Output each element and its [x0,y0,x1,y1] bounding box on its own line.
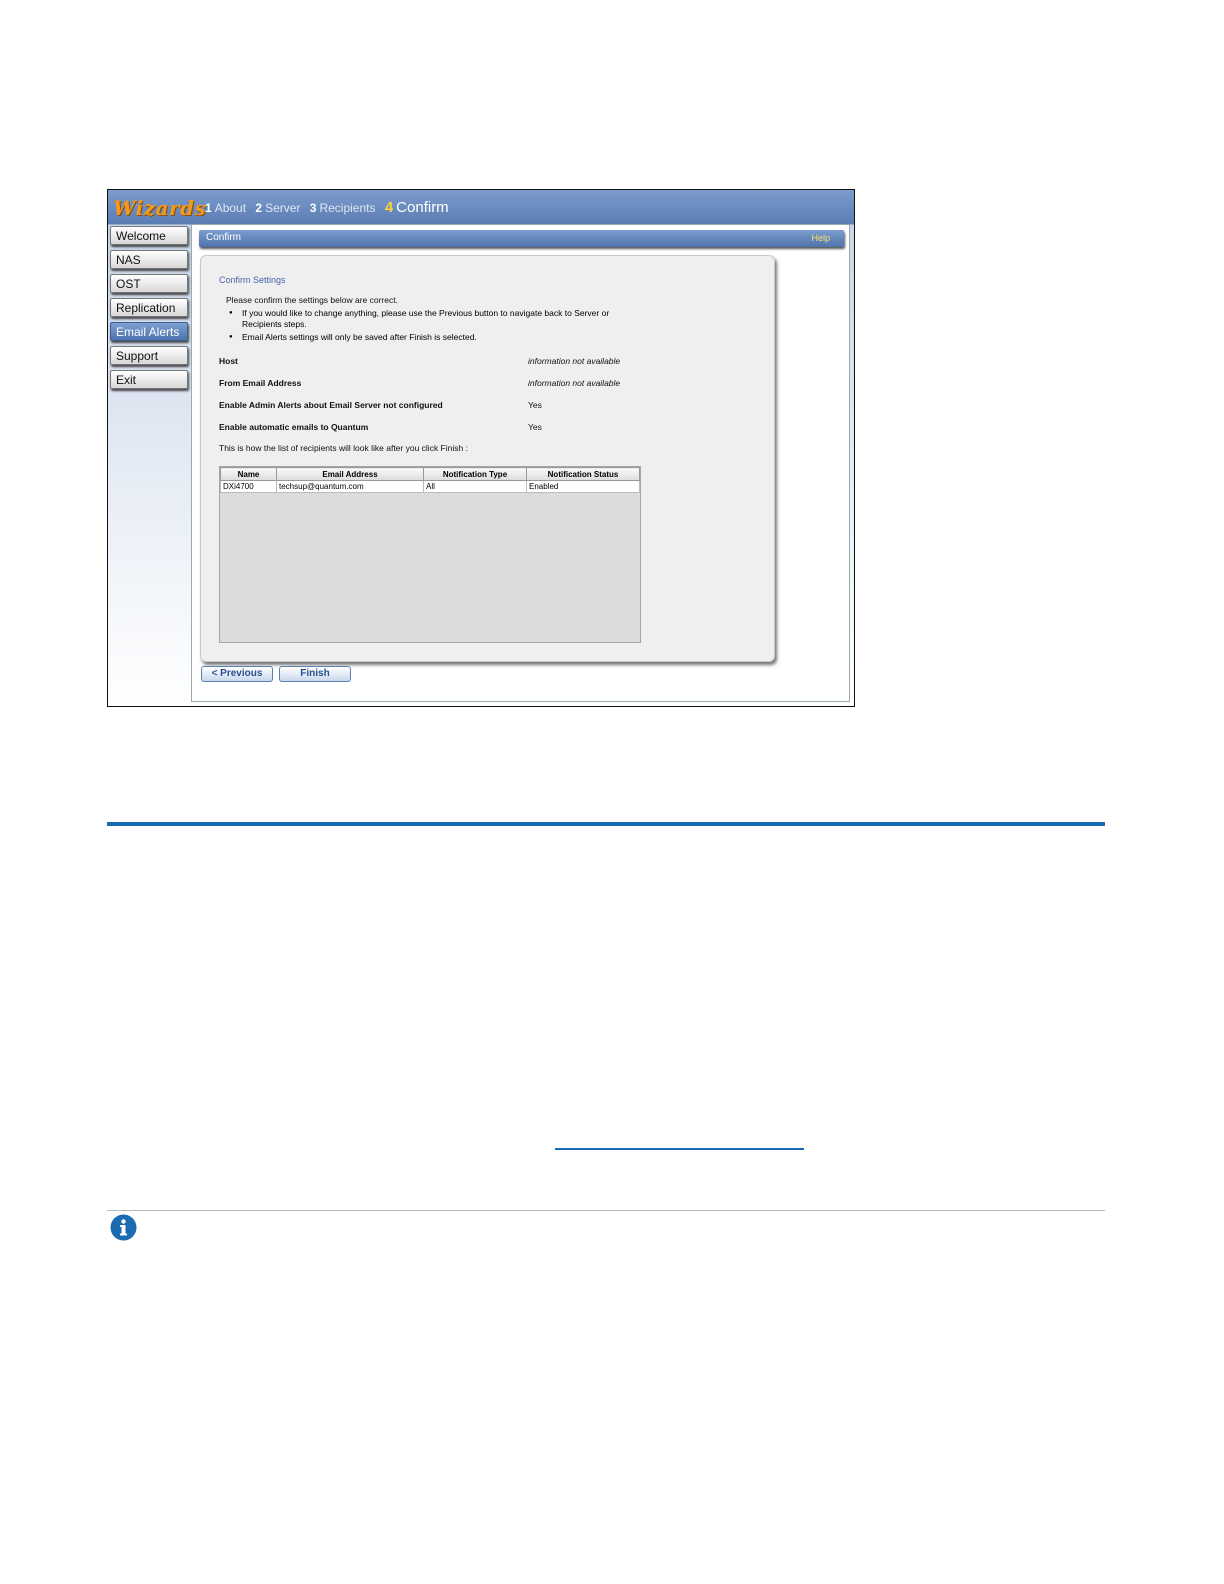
finish-button[interactable]: Finish [279,666,351,682]
setting-label-admin-alerts: Enable Admin Alerts about Email Server n… [219,400,443,410]
sidebar-item-email-alerts[interactable]: Email Alerts [110,322,188,341]
setting-label-auto-emails: Enable automatic emails to Quantum [219,422,369,432]
wizards-logo: Wizards [113,196,207,220]
section-heading: Confirm Settings [219,275,286,285]
recipients-table: Name Email Address Notification Type Not… [219,466,641,643]
sidebar-item-nas[interactable]: NAS [110,250,188,269]
setting-value-admin-alerts: Yes [528,400,542,410]
setting-label-host: Host [219,356,238,366]
panel-title-bar: Confirm Help [199,230,844,247]
panel-title: Confirm [206,232,242,243]
sidebar-item-replication[interactable]: Replication [110,298,188,317]
setting-value-host: information not available [528,356,621,366]
list-item: Email Alerts settings will only be saved… [229,332,629,343]
info-icon [110,1214,137,1241]
help-link[interactable]: Help [811,233,830,243]
setting-value-auto-emails: Yes [528,422,542,432]
list-item: If you would like to change anything, pl… [229,308,629,330]
setting-label-from-email: From Email Address [219,378,302,388]
wizard-steps: 1 About 2 Server 3 Recipients 4 Confirm [205,199,455,216]
table-header-row: Name Email Address Notification Type Not… [220,467,640,481]
link-underline[interactable] [555,1148,804,1150]
wizard-sidebar: Welcome NAS OST Replication Email Alerts… [110,226,188,394]
cell-status: Enabled [526,480,640,493]
step-confirm[interactable]: 4 Confirm [385,199,449,216]
sidebar-item-exit[interactable]: Exit [110,370,188,389]
intro-text: Please confirm the settings below are co… [226,295,398,305]
section-divider [107,822,1105,826]
previous-button[interactable]: < Previous [201,666,273,682]
instruction-list: If you would like to change anything, pl… [229,308,629,345]
main-panel: Confirm Help Confirm Settings Please con… [191,224,850,702]
wizard-header: Wizards 1 About 2 Server 3 Recipients 4 Conf… [108,190,854,224]
cell-name: DXi4700 [220,480,277,493]
column-header-name[interactable]: Name [220,467,277,481]
sidebar-item-welcome[interactable]: Welcome [110,226,188,245]
step-server[interactable]: 2 Server [255,201,300,215]
sidebar-item-ost[interactable]: OST [110,274,188,293]
step-about[interactable]: 1 About [205,201,246,215]
cell-email: techsup@quantum.com [276,480,424,493]
step-recipients[interactable]: 3 Recipients [310,201,376,215]
column-header-type[interactable]: Notification Type [423,467,527,481]
column-header-status[interactable]: Notification Status [526,467,640,481]
note-divider [107,1210,1105,1211]
recipients-note: This is how the list of recipients will … [219,443,468,453]
column-header-email[interactable]: Email Address [276,467,424,481]
table-row[interactable]: DXi4700 techsup@quantum.com All Enabled [220,480,640,493]
cell-type: All [423,480,527,493]
confirm-settings-box: Confirm Settings Please confirm the sett… [200,255,775,662]
sidebar-item-support[interactable]: Support [110,346,188,365]
wizard-screenshot: Wizards 1 About 2 Server 3 Recipients 4 Conf… [107,189,855,707]
setting-value-from-email: information not available [528,378,621,388]
